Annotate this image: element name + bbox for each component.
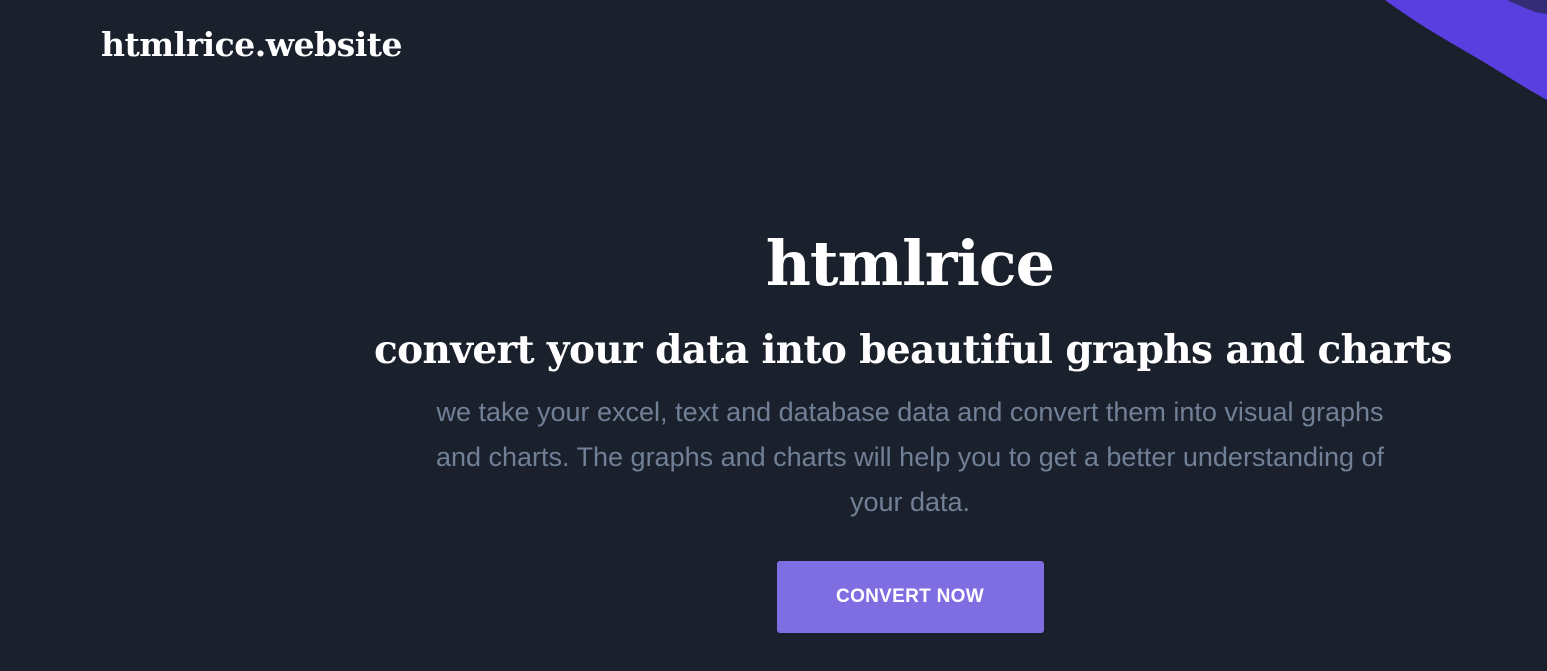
decorative-blob-shape <box>1385 0 1547 100</box>
convert-now-button[interactable]: CONVERT NOW <box>776 561 1044 633</box>
hero-description: we take your excel, text and database da… <box>435 397 1385 517</box>
hero-title: htmlrice <box>765 227 1055 300</box>
hero-subtitle: convert your data into beautiful graphs … <box>374 327 1452 373</box>
hero-section: htmlrice convert your data into beautifu… <box>374 220 1452 633</box>
site-logo[interactable]: htmlrice.website <box>101 22 403 68</box>
